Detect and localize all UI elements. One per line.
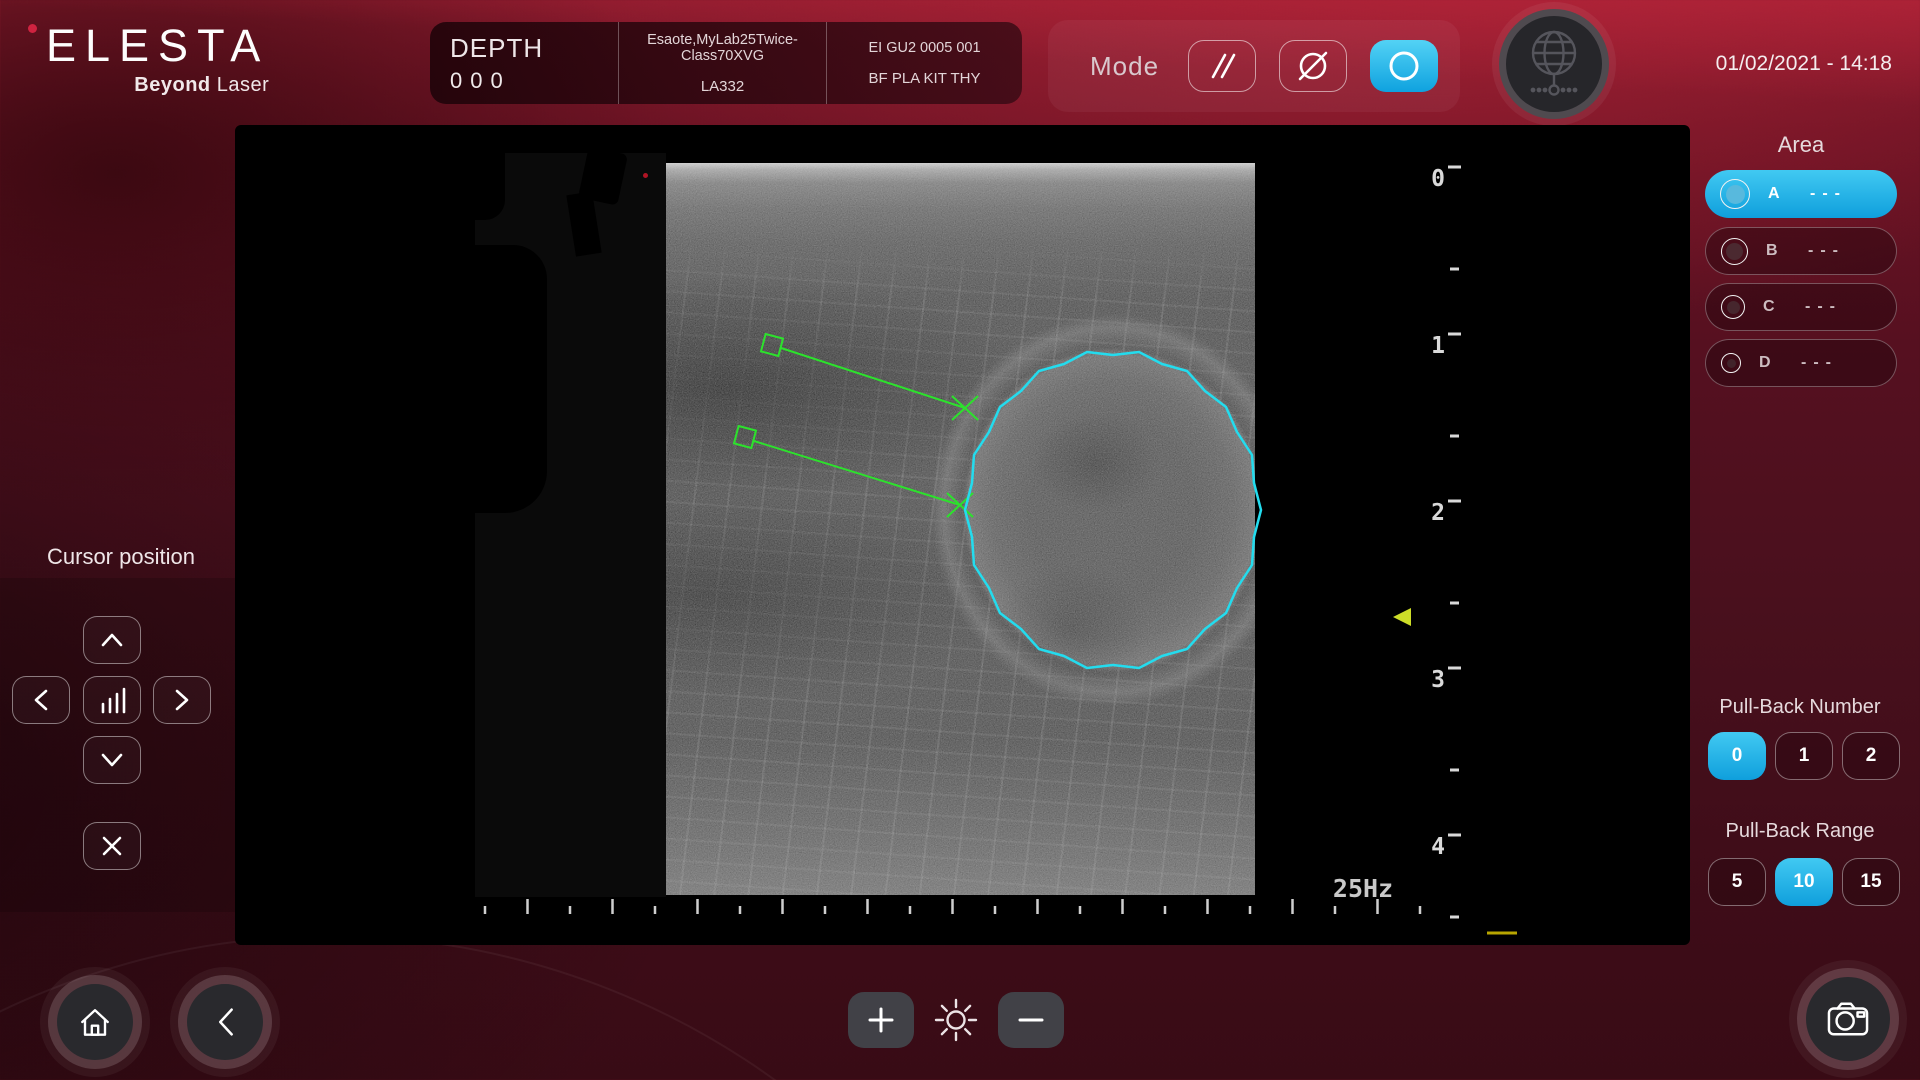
mode-no-circle-button[interactable] bbox=[1279, 40, 1347, 92]
cursor-center-button[interactable] bbox=[83, 676, 141, 724]
pullback-number-0[interactable]: 0 bbox=[1708, 732, 1766, 780]
cursor-panel-title: Cursor position bbox=[47, 544, 195, 570]
near-field-shadow bbox=[475, 153, 666, 897]
radio-large-icon bbox=[1720, 179, 1750, 209]
brand-tagline: Beyond Laser bbox=[32, 74, 269, 97]
depth-ruler: 0 1 2 3 4 bbox=[1431, 166, 1445, 860]
area-row-a[interactable]: A --- bbox=[1705, 170, 1897, 218]
home-icon bbox=[75, 1002, 115, 1042]
ultrasound-viewport[interactable]: 0 1 2 3 4 25Hz bbox=[235, 125, 1690, 945]
network-globe-button[interactable] bbox=[1499, 9, 1609, 119]
depth-ruler-ticks bbox=[1448, 167, 1461, 917]
area-row-label: C bbox=[1763, 298, 1783, 316]
depth-value: 000 bbox=[450, 68, 618, 94]
back-chevron-icon bbox=[210, 1002, 240, 1042]
circle-slash-icon bbox=[1291, 44, 1335, 88]
pullback-range-5[interactable]: 5 bbox=[1708, 858, 1766, 906]
bottom-ticks bbox=[485, 899, 1420, 914]
depth-section: DEPTH 000 bbox=[430, 22, 618, 104]
circle-icon bbox=[1382, 44, 1426, 88]
orientation-dot bbox=[643, 173, 648, 178]
echo-speckle bbox=[666, 163, 1255, 895]
cursor-right-button[interactable] bbox=[153, 676, 211, 724]
depth-label: DEPTH bbox=[450, 33, 618, 64]
globe-icon bbox=[1521, 25, 1587, 103]
area-row-value: --- bbox=[1808, 242, 1845, 260]
device-section: Esaote,MyLab25Twice-Class70XVG LA332 bbox=[618, 22, 826, 104]
tagline-bold: Beyond bbox=[134, 74, 210, 96]
area-row-value: --- bbox=[1810, 185, 1847, 203]
cursor-up-button[interactable] bbox=[83, 616, 141, 664]
cursor-close-button[interactable] bbox=[83, 822, 141, 870]
kit-section: EI GU2 0005 001 BF PLA KIT THY bbox=[826, 22, 1022, 104]
back-button[interactable] bbox=[187, 984, 263, 1060]
zoom-in-button[interactable] bbox=[848, 992, 914, 1048]
kit-serial: EI GU2 0005 001 bbox=[827, 40, 1022, 56]
pullback-number-2[interactable]: 2 bbox=[1842, 732, 1900, 780]
cursor-left-button[interactable] bbox=[12, 676, 70, 724]
radio-medium-icon bbox=[1721, 238, 1748, 265]
area-panel-title: Area bbox=[1705, 132, 1897, 158]
radio-small-icon bbox=[1721, 295, 1745, 319]
minus-icon bbox=[1016, 1005, 1046, 1035]
brightness-icon bbox=[932, 996, 980, 1044]
area-row-label: D bbox=[1759, 354, 1779, 372]
home-button[interactable] bbox=[57, 984, 133, 1060]
brand-name: ELESTA bbox=[32, 20, 269, 72]
pullback-range-15[interactable]: 15 bbox=[1842, 858, 1900, 906]
svg-text:2: 2 bbox=[1431, 500, 1445, 526]
double-slash-icon bbox=[1200, 44, 1244, 88]
area-row-label: A bbox=[1768, 185, 1788, 203]
plus-icon bbox=[866, 1005, 896, 1035]
snapshot-button[interactable] bbox=[1806, 977, 1890, 1061]
camera-icon bbox=[1825, 999, 1871, 1039]
decorative-arc bbox=[0, 935, 1090, 1080]
area-row-b[interactable]: B --- bbox=[1705, 227, 1897, 275]
pullback-number-title: Pull-Back Number bbox=[1690, 696, 1910, 719]
svg-text:4: 4 bbox=[1431, 834, 1445, 860]
mode-lines-button[interactable] bbox=[1188, 40, 1256, 92]
chevron-down-icon bbox=[97, 750, 127, 770]
probe-model: LA332 bbox=[619, 78, 826, 95]
logo-dot-icon bbox=[28, 24, 37, 33]
pullback-number-1[interactable]: 1 bbox=[1775, 732, 1833, 780]
datetime-display: 01/02/2021 - 14:18 bbox=[1716, 52, 1892, 76]
signal-bars-icon bbox=[96, 685, 128, 715]
focus-marker-icon bbox=[1393, 608, 1411, 626]
frequency-label: 25Hz bbox=[1333, 874, 1393, 903]
area-row-label: B bbox=[1766, 242, 1786, 260]
mode-panel: Mode bbox=[1048, 20, 1460, 112]
radio-tiny-icon bbox=[1721, 353, 1741, 373]
svg-text:3: 3 bbox=[1431, 667, 1445, 693]
exam-info-panel: DEPTH 000 Esaote,MyLab25Twice-Class70XVG… bbox=[430, 22, 1022, 104]
pullback-range-10[interactable]: 10 bbox=[1775, 858, 1833, 906]
area-row-value: --- bbox=[1801, 354, 1838, 372]
pullback-range-title: Pull-Back Range bbox=[1690, 820, 1910, 843]
device-model: Esaote,MyLab25Twice-Class70XVG bbox=[619, 32, 826, 64]
area-row-d[interactable]: D --- bbox=[1705, 339, 1897, 387]
chevron-left-icon bbox=[31, 685, 51, 715]
zoom-out-button[interactable] bbox=[998, 992, 1064, 1048]
svg-text:1: 1 bbox=[1431, 333, 1445, 359]
mode-label: Mode bbox=[1090, 51, 1159, 82]
chevron-right-icon bbox=[172, 685, 192, 715]
chevron-up-icon bbox=[97, 630, 127, 650]
cursor-panel bbox=[0, 578, 292, 912]
area-row-c[interactable]: C --- bbox=[1705, 283, 1897, 331]
tagline-light: Laser bbox=[211, 74, 270, 96]
svg-text:0: 0 bbox=[1431, 166, 1445, 192]
mode-circle-button[interactable] bbox=[1370, 40, 1438, 92]
close-icon bbox=[99, 833, 125, 859]
area-row-value: --- bbox=[1805, 298, 1842, 316]
cursor-down-button[interactable] bbox=[83, 736, 141, 784]
kit-name: BF PLA KIT THY bbox=[827, 70, 1022, 87]
elesta-logo: ELESTA Beyond Laser bbox=[32, 20, 269, 97]
